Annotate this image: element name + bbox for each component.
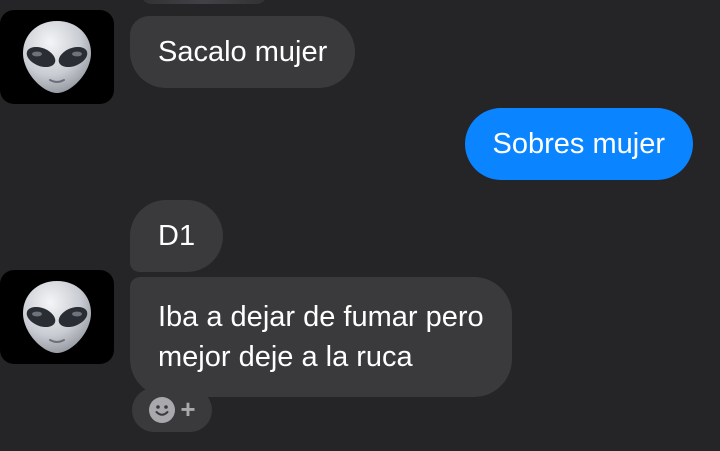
smiley-face-icon (149, 397, 176, 423)
alien-emoji-icon (23, 281, 91, 353)
message-bubble-incoming[interactable]: Iba a dejar de fumar pero mejor deje a l… (130, 277, 512, 397)
plus-icon: + (180, 394, 196, 424)
message-text: D1 (158, 220, 196, 252)
message-text-line: Iba a dejar de fumar pero (158, 301, 484, 333)
sender-avatar[interactable] (0, 10, 114, 104)
previous-message-fragment (140, 0, 268, 4)
message-bubble-incoming[interactable]: D1 (130, 200, 224, 272)
message-text: Sacalo mujer (158, 36, 328, 68)
message-bubble-incoming[interactable]: Sacalo mujer (130, 16, 356, 88)
sender-avatar[interactable] (0, 270, 114, 364)
message-text-line: mejor deje a la ruca (158, 341, 413, 373)
message-text: Sobres mujer (492, 128, 665, 160)
alien-emoji-icon (23, 21, 91, 93)
chat-thread: Sacalo mujer Sobres mujer D1 Iba a dejar… (0, 0, 720, 451)
message-bubble-outgoing[interactable]: Sobres mujer (464, 108, 693, 180)
add-reaction-button[interactable]: + (132, 388, 212, 432)
